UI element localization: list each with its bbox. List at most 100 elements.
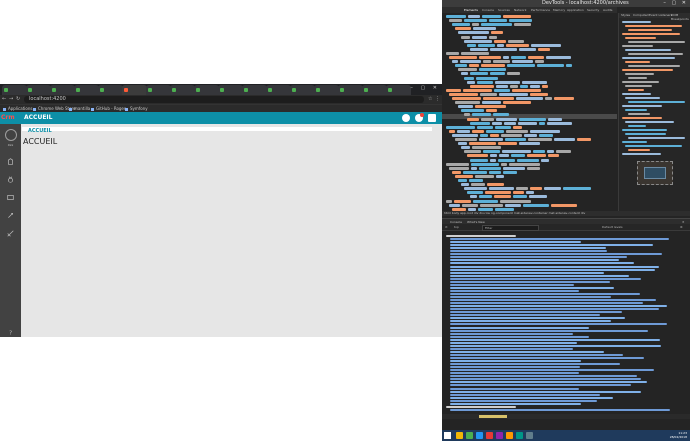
chrome-icon[interactable] <box>466 432 473 439</box>
browser-tab[interactable] <box>98 85 123 95</box>
elements-panel[interactable] <box>442 13 617 211</box>
vscode-icon[interactable] <box>476 432 483 439</box>
dom-code-token <box>446 125 475 129</box>
console-output[interactable] <box>442 231 690 430</box>
help-icon[interactable] <box>402 114 410 122</box>
messages-icon[interactable] <box>428 114 436 122</box>
devtools-window-controls[interactable]: – ▢ ✕ <box>663 0 688 6</box>
breadcrumb[interactable]: ACCUEIL <box>28 128 52 134</box>
app-icon[interactable] <box>516 432 523 439</box>
tab-security[interactable]: Security <box>587 8 599 12</box>
browser-tab[interactable] <box>290 85 315 95</box>
app-logo[interactable]: Crm <box>1 114 15 121</box>
console-log-line <box>450 274 629 277</box>
app-icon[interactable] <box>486 432 493 439</box>
dom-code-token <box>469 179 483 182</box>
bookmark-icon <box>125 107 128 111</box>
bookmark-item[interactable]: Applications <box>3 106 32 111</box>
settings-icon[interactable]: ⚙ <box>680 225 683 229</box>
bookmark-item[interactable]: mantilla <box>69 106 90 111</box>
browser-tab[interactable] <box>122 85 147 95</box>
page-title: ACCUEIL <box>23 137 58 146</box>
tab-styles[interactable]: Styles <box>621 13 630 17</box>
tab-computed[interactable]: Computed <box>633 13 649 17</box>
sidebar-item-awards[interactable] <box>7 176 14 183</box>
back-icon[interactable]: ← <box>2 96 6 102</box>
tab-network[interactable]: Network <box>514 8 527 12</box>
console-prompt[interactable] <box>442 414 690 419</box>
app-icon[interactable] <box>506 432 513 439</box>
dom-code-token <box>483 60 491 64</box>
bookmark-item[interactable]: Symfony <box>125 106 148 111</box>
browser-tab[interactable] <box>266 85 291 95</box>
reload-icon[interactable]: ↻ <box>16 96 20 102</box>
start-icon[interactable] <box>444 432 451 439</box>
favicon-icon <box>76 88 80 92</box>
browser-tab[interactable] <box>74 85 99 95</box>
browser-tab[interactable] <box>242 85 267 95</box>
browser-tab[interactable] <box>218 85 243 95</box>
dom-code-token <box>472 146 501 150</box>
console-log-line <box>450 329 648 332</box>
tab-elements[interactable]: Elements <box>464 8 478 12</box>
console-log-line <box>450 299 656 302</box>
tab-dom-breakpoints[interactable]: DOM Breakpoints <box>671 13 690 21</box>
browser-tab[interactable] <box>314 85 339 95</box>
address-bar[interactable]: localhost:4200 <box>24 96 424 103</box>
tab-memory[interactable]: Memory <box>553 8 565 12</box>
browser-tab[interactable] <box>362 85 387 95</box>
app-icon[interactable] <box>526 432 533 439</box>
dom-code-token <box>455 101 480 105</box>
dom-code-token <box>530 129 560 133</box>
tab-sources[interactable]: Sources <box>498 8 510 12</box>
sidebar-item-tools[interactable] <box>7 212 14 219</box>
browser-window-controls[interactable]: – ▢ ✕ <box>410 85 440 91</box>
dom-code-token <box>496 84 508 88</box>
tab-performance[interactable]: Performance <box>531 8 550 12</box>
dom-code-token <box>455 138 477 141</box>
dom-code-token <box>503 170 517 174</box>
css-rule-line <box>625 133 666 135</box>
star-icon[interactable]: ☆ <box>428 96 432 102</box>
sidebar-item-archive[interactable] <box>7 158 14 165</box>
tab-audits[interactable]: Audits <box>603 8 612 12</box>
dom-code-token <box>460 60 481 64</box>
dom-code-token <box>461 72 468 76</box>
bookmark-item[interactable]: GitHub - Roges <box>91 106 126 111</box>
browser-tab[interactable] <box>50 85 75 95</box>
browser-tab[interactable] <box>146 85 171 95</box>
dom-code-token <box>477 125 493 129</box>
console-levels-select[interactable]: Default levels <box>602 225 623 229</box>
tab-application[interactable]: Application <box>567 8 584 12</box>
file-explorer-icon[interactable] <box>456 432 463 439</box>
console-toolbar: ⊘ top Filter Default levels ⚙ <box>442 224 690 231</box>
browser-tab[interactable] <box>338 85 363 95</box>
styles-pane[interactable]: Styles Computed Event Listeners DOM Brea… <box>618 13 690 211</box>
console-log-line <box>450 338 660 341</box>
console-log-line <box>450 280 610 283</box>
menu-icon[interactable]: ⋮ <box>435 96 440 102</box>
forward-icon[interactable]: → <box>9 96 13 102</box>
css-rule-line <box>625 49 671 51</box>
css-rule-line <box>622 93 651 95</box>
tab-console[interactable]: Console <box>482 8 494 12</box>
clear-console-icon[interactable]: ⊘ <box>445 225 448 229</box>
browser-tab[interactable] <box>194 85 219 95</box>
browser-tab[interactable] <box>2 85 27 95</box>
avatar[interactable] <box>5 129 17 141</box>
console-context-select[interactable]: top <box>454 225 459 229</box>
sidebar-item-network[interactable] <box>7 230 14 237</box>
tab-event-listeners[interactable]: Event Listeners <box>649 13 672 17</box>
browser-tab[interactable] <box>386 85 411 95</box>
dom-breadcrumb[interactable]: html body app-root div div.row ng-compon… <box>442 211 690 216</box>
app-icon[interactable] <box>496 432 503 439</box>
taskbar-clock[interactable]: 11:23 28/02/2018 <box>670 431 687 439</box>
dom-code-token <box>506 43 529 47</box>
browser-tab[interactable] <box>26 85 51 95</box>
browser-tab[interactable] <box>170 85 195 95</box>
dom-code-token <box>535 60 544 64</box>
sidebar-item-messages[interactable] <box>7 194 14 201</box>
dom-code-token <box>516 187 528 191</box>
sidebar-item-help[interactable]: ? <box>7 329 14 336</box>
bookmark-icon <box>69 107 72 111</box>
